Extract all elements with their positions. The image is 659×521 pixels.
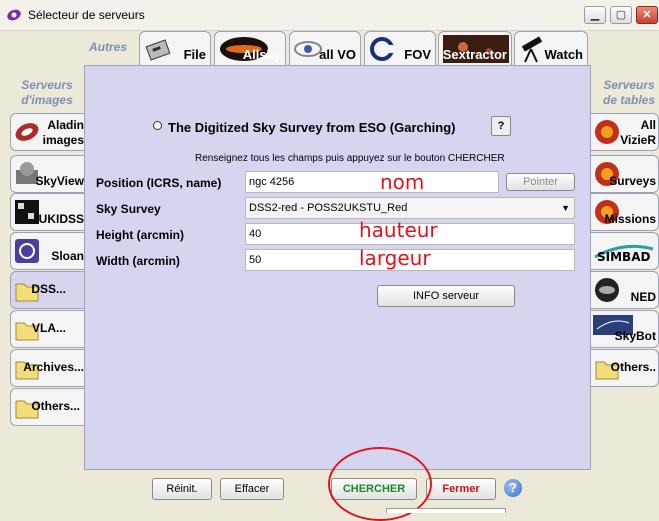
tab-ukidss[interactable]: UKIDSS bbox=[10, 193, 86, 231]
window-title: Sélecteur de serveurs bbox=[28, 8, 145, 22]
simbad-logo-icon: SIMBAD bbox=[594, 244, 654, 264]
position-input[interactable]: ngc 4256 bbox=[245, 171, 499, 193]
minimize-icon: ▁ bbox=[590, 9, 600, 21]
tab-others-tables[interactable]: Others.. bbox=[591, 349, 659, 387]
tab-sextractor-label: Sextractor bbox=[442, 47, 507, 62]
tab-skyview[interactable]: SkyView bbox=[10, 155, 86, 193]
tab-aladin-label: Aladin images bbox=[42, 118, 84, 147]
tab-sloan-label: Sloan bbox=[51, 249, 84, 263]
file-drawer-icon bbox=[145, 39, 171, 61]
tab-others-images[interactable]: Others... bbox=[10, 388, 86, 426]
tab-vla[interactable]: VLA... bbox=[10, 310, 86, 348]
tab-all-vo-label: all VO bbox=[319, 47, 356, 62]
survey-title: The Digitized Sky Survey from ESO (Garch… bbox=[168, 120, 456, 135]
tab-aladin-images[interactable]: Aladin images bbox=[10, 113, 86, 151]
tab-surveys[interactable]: Surveys bbox=[591, 155, 659, 193]
survey-help-button[interactable]: ? bbox=[491, 116, 511, 136]
tab-allsky-label: Allsky bbox=[242, 47, 281, 62]
tab-ned-label: NED bbox=[630, 290, 656, 304]
tab-others-images-label: Others... bbox=[31, 399, 80, 413]
height-label: Height (arcmin) bbox=[96, 228, 185, 242]
tab-all-vizier-label: All VizieR bbox=[620, 118, 656, 147]
tab-simbad[interactable]: SIMBAD bbox=[591, 232, 659, 270]
tab-missions[interactable]: Missions bbox=[591, 193, 659, 231]
annotation-nom: nom bbox=[380, 170, 425, 194]
autres-title: Autres bbox=[88, 40, 127, 54]
ukidss-icon bbox=[15, 200, 39, 224]
tab-sloan[interactable]: Sloan bbox=[10, 232, 86, 270]
info-serveur-button[interactable]: INFO serveur bbox=[377, 285, 515, 307]
help-icon[interactable]: ? bbox=[504, 479, 522, 497]
width-label: Width (arcmin) bbox=[96, 254, 180, 268]
tab-ukidss-label: UKIDSS bbox=[38, 212, 84, 226]
minimize-button[interactable]: ▁ bbox=[584, 6, 606, 24]
sky-survey-label: Sky Survey bbox=[96, 202, 161, 216]
tab-dss-label: DSS... bbox=[31, 282, 66, 296]
instruction-text: Renseignez tous les champs puis appuyez … bbox=[195, 153, 505, 164]
close-button[interactable]: ✕ bbox=[636, 6, 658, 24]
table-servers-title: Serveurs de tables bbox=[602, 78, 656, 107]
tab-skyview-label: SkyView bbox=[35, 174, 84, 188]
sloan-icon bbox=[15, 239, 39, 263]
simbad-logo-text: SIMBAD bbox=[597, 250, 650, 264]
tab-all-vizier[interactable]: All VizieR bbox=[591, 113, 659, 151]
title-bar: Sélecteur de serveurs ▁ ▢ ✕ bbox=[0, 0, 659, 31]
tab-watch[interactable]: Watch bbox=[514, 31, 588, 66]
tab-surveys-label: Surveys bbox=[609, 174, 656, 188]
reinit-button[interactable]: Réinit. bbox=[152, 478, 212, 500]
annotation-largeur: largeur bbox=[359, 246, 431, 270]
image-servers-title: Serveurs d'images bbox=[21, 78, 73, 107]
tab-watch-label: Watch bbox=[544, 47, 583, 62]
tab-dss[interactable]: DSS... bbox=[10, 271, 86, 309]
tab-others-tables-label: Others.. bbox=[610, 360, 656, 374]
tooltip-edge bbox=[386, 508, 506, 513]
tab-fov-label: FOV bbox=[404, 47, 431, 62]
fov-icon bbox=[370, 37, 397, 61]
sky-survey-value: DSS2-red - POSS2UKSTU_Red bbox=[249, 202, 408, 214]
effacer-button[interactable]: Effacer bbox=[220, 478, 284, 500]
chevron-down-icon: ▼ bbox=[561, 203, 570, 213]
aladin-app-icon bbox=[7, 9, 21, 21]
aladin-icon bbox=[15, 123, 39, 141]
dss-form-panel: The Digitized Sky Survey from ESO (Garch… bbox=[84, 65, 591, 470]
tab-archives-label: Archives... bbox=[23, 360, 84, 374]
sky-survey-select[interactable]: DSS2-red - POSS2UKSTU_Red ▼ bbox=[245, 197, 575, 219]
tab-sextractor[interactable]: Sextractor bbox=[438, 31, 512, 66]
tab-skybot-label: SkyBot bbox=[614, 329, 656, 343]
pointer-button[interactable]: Pointer bbox=[506, 173, 575, 191]
tab-ned[interactable]: NED bbox=[591, 271, 659, 309]
annotation-hauteur: hauteur bbox=[359, 218, 438, 242]
fermer-button[interactable]: Fermer bbox=[426, 478, 496, 500]
maximize-icon: ▢ bbox=[615, 9, 627, 21]
tab-file-label: File bbox=[183, 47, 206, 62]
position-label: Position (ICRS, name) bbox=[96, 176, 222, 190]
tab-all-vo[interactable]: all VO bbox=[289, 31, 361, 66]
tab-archives[interactable]: Archives... bbox=[10, 349, 86, 387]
tab-skybot[interactable]: SkyBot bbox=[591, 310, 659, 348]
tab-allsky[interactable]: Allsky bbox=[214, 31, 286, 66]
vizier-icon bbox=[595, 120, 619, 144]
close-icon: ✕ bbox=[642, 9, 652, 21]
tab-missions-label: Missions bbox=[604, 212, 656, 226]
ned-icon bbox=[595, 278, 619, 302]
tab-fov[interactable]: FOV bbox=[364, 31, 436, 66]
tab-vla-label: VLA... bbox=[31, 321, 66, 335]
survey-radio[interactable] bbox=[153, 121, 162, 130]
maximize-button[interactable]: ▢ bbox=[610, 6, 632, 24]
tab-file[interactable]: File bbox=[139, 31, 211, 66]
